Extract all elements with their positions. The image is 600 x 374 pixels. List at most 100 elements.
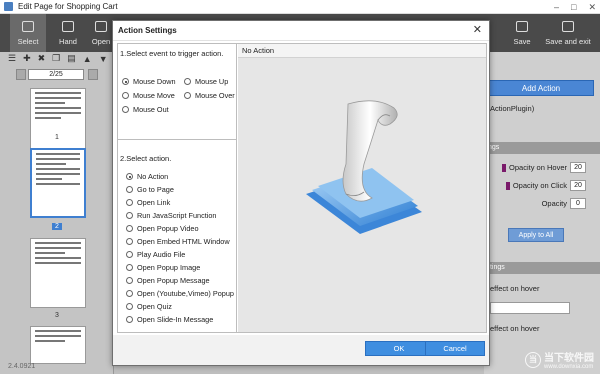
action-label: Open Slide-In Message: [137, 315, 214, 324]
dialog-body: 1.Select event to trigger action. Mouse …: [117, 43, 487, 333]
action-radio-no-action[interactable]: No Action: [126, 172, 168, 181]
paste-page-icon[interactable]: ▤: [67, 53, 76, 64]
opacity-input[interactable]: 0: [570, 198, 586, 209]
copy-page-icon[interactable]: ❐: [52, 53, 60, 64]
event-label: Mouse Down: [133, 77, 176, 86]
action-radio-popup-message[interactable]: Open Popup Message: [126, 276, 210, 285]
page-number: 1: [55, 134, 59, 141]
radio-icon: [126, 290, 133, 297]
radio-icon: [126, 316, 133, 323]
select-arrow-icon: [22, 20, 34, 32]
action-radio-play-audio[interactable]: Play Audio File: [126, 250, 185, 259]
radio-icon: [122, 92, 129, 99]
opacity-hover-input[interactable]: 20: [570, 162, 586, 173]
action-radio-youtube-popup[interactable]: Open (Youtube,Vimeo) Popup: [126, 289, 234, 298]
page-number-selected: 2: [0, 223, 114, 230]
action-radio-run-javascript[interactable]: Run JavaScript Function: [126, 211, 217, 220]
page-indicator[interactable]: 2/25: [28, 69, 84, 80]
next-page-button[interactable]: [88, 69, 98, 80]
radio-icon: [184, 92, 191, 99]
action-plugin-text: ActionPlugin): [490, 104, 535, 113]
minimize-button[interactable]: –: [554, 2, 559, 12]
click-color-swatch[interactable]: [505, 181, 510, 190]
opacity-hover-label: Opacity on Hover: [509, 163, 567, 172]
window-title: Edit Page for Shopping Cart: [18, 2, 118, 11]
action-label: Open (Youtube,Vimeo) Popup: [137, 289, 234, 298]
watermark-logo-text: 当: [529, 355, 537, 364]
settings-column: 1.Select event to trigger action. Mouse …: [118, 44, 237, 332]
event-label: Mouse Over: [195, 91, 235, 100]
effects-section-header: ttings: [484, 262, 600, 274]
open-button[interactable]: Open: [90, 14, 112, 52]
hover-color-swatch[interactable]: [502, 163, 507, 172]
action-radio-embed-html[interactable]: Open Embed HTML Window: [126, 237, 230, 246]
previous-page-button[interactable]: [16, 69, 26, 80]
effect-hover-text: effect on hover: [490, 284, 540, 293]
event-radio-mouse-over[interactable]: Mouse Over: [184, 91, 235, 100]
window-titlebar: Edit Page for Shopping Cart – □ ✕: [0, 0, 600, 14]
event-label: Mouse Move: [133, 91, 175, 100]
page-number: 3: [55, 312, 59, 319]
event-radio-mouse-out[interactable]: Mouse Out: [122, 105, 169, 114]
ok-button[interactable]: OK: [365, 341, 433, 356]
select-tool-button[interactable]: Select: [10, 14, 46, 52]
action-label: Open Popup Image: [137, 263, 201, 272]
action-radio-open-link[interactable]: Open Link: [126, 198, 170, 207]
action-radio-slide-in-message[interactable]: Open Slide-In Message: [126, 315, 213, 324]
maximize-button[interactable]: □: [571, 2, 576, 12]
version-status: 2.4.0921: [8, 363, 36, 370]
thumbnail-tools: ☰ ✚ ✖ ❐ ▤ ▲ ▼: [0, 52, 113, 65]
properties-panel: Add Action ActionPlugin) ngs Opacity on …: [484, 52, 600, 374]
page-thumbnail[interactable]: [30, 238, 86, 308]
list-icon[interactable]: ☰: [8, 53, 16, 64]
page-thumbnail[interactable]: [30, 326, 86, 364]
action-label: No Action: [137, 172, 169, 181]
save-button[interactable]: Save: [508, 14, 536, 52]
add-page-icon[interactable]: ✚: [23, 53, 31, 64]
window-controls: – □ ✕: [554, 0, 596, 14]
action-label: Go to Page: [137, 185, 174, 194]
radio-icon: [126, 303, 133, 310]
radio-icon: [126, 225, 133, 232]
event-radio-mouse-down[interactable]: Mouse Down: [122, 77, 176, 86]
select-label: Select: [17, 36, 39, 46]
save-and-exit-button[interactable]: Save and exit: [542, 14, 594, 52]
delete-page-icon[interactable]: ✖: [38, 53, 46, 64]
action-label: Open Link: [137, 198, 171, 207]
preview-title: No Action: [238, 44, 486, 58]
radio-icon: [126, 186, 133, 193]
dialog-footer: OK Cancel: [113, 335, 489, 365]
page-thumbnail-selected[interactable]: [30, 148, 86, 218]
move-up-icon[interactable]: ▲: [83, 54, 92, 64]
radio-icon: [126, 264, 133, 271]
event-radio-mouse-move[interactable]: Mouse Move: [122, 91, 175, 100]
apply-to-all-button[interactable]: Apply to All: [508, 228, 564, 242]
close-icon[interactable]: ✕: [473, 23, 482, 37]
hand-tool-button[interactable]: Hand: [52, 14, 84, 52]
opacity-label: Opacity: [541, 199, 567, 208]
section-divider: [118, 139, 237, 140]
action-label: Play Audio File: [137, 250, 186, 259]
action-label: Open Embed HTML Window: [137, 237, 230, 246]
save-exit-label: Save and exit: [545, 36, 591, 46]
watermark-sub: www.downxia.com: [544, 364, 594, 370]
opacity-hover-row: Opacity on Hover 20: [502, 162, 586, 173]
action-radio-popup-image[interactable]: Open Popup Image: [126, 263, 200, 272]
hand-label: Hand: [59, 36, 77, 46]
cancel-button[interactable]: Cancel: [425, 341, 485, 356]
add-action-button[interactable]: Add Action: [488, 80, 594, 96]
effect-dropdown[interactable]: [490, 302, 570, 314]
opacity-click-input[interactable]: 20: [570, 180, 586, 191]
close-window-button[interactable]: ✕: [588, 2, 596, 13]
radio-icon: [126, 238, 133, 245]
radio-icon: [126, 277, 133, 284]
app-icon: [4, 2, 13, 11]
action-radio-go-to-page[interactable]: Go to Page: [126, 185, 174, 194]
action-radio-popup-video[interactable]: Open Popup Video: [126, 224, 199, 233]
move-down-icon[interactable]: ▼: [99, 54, 108, 64]
action-radio-open-quiz[interactable]: Open Quiz: [126, 302, 172, 311]
event-radio-mouse-up[interactable]: Mouse Up: [184, 77, 228, 86]
radio-icon: [126, 251, 133, 258]
watermark-logo: 当: [525, 351, 541, 368]
action-label: Open Popup Message: [137, 276, 210, 285]
